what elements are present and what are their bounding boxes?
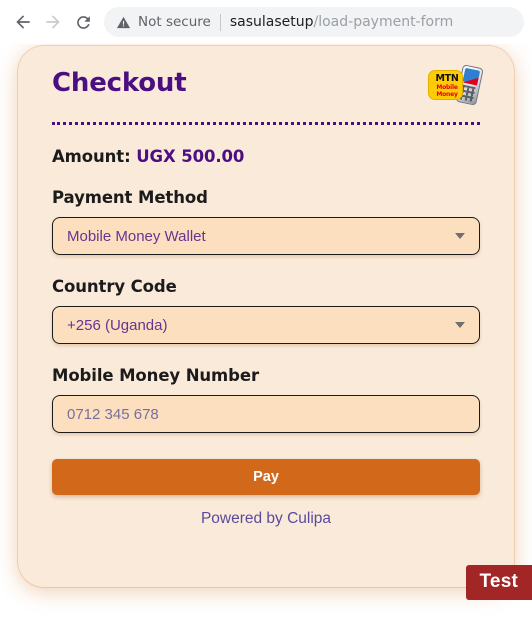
back-button[interactable] bbox=[8, 7, 38, 37]
url-text: sasulasetup/load-payment-form bbox=[230, 14, 453, 30]
field-mobile-money-number: Mobile Money Number 0712 345 678 bbox=[52, 366, 480, 433]
security-status-label: Not secure bbox=[138, 14, 211, 30]
header-divider bbox=[52, 122, 480, 125]
amount-row: Amount: UGX 500.00 bbox=[52, 147, 480, 166]
card-header: Checkout MTN Mobile Money bbox=[52, 64, 484, 114]
url-path: /load-payment-form bbox=[313, 14, 454, 30]
forward-button[interactable] bbox=[38, 7, 68, 37]
forward-arrow-icon bbox=[43, 12, 63, 32]
pay-button-label: Pay bbox=[253, 469, 279, 485]
amount-value: UGX 500.00 bbox=[136, 147, 245, 166]
pay-button[interactable]: Pay bbox=[52, 459, 480, 495]
country-code-value: +256 (Uganda) bbox=[67, 316, 168, 334]
powered-by-footer: Powered by Culipa bbox=[200, 510, 332, 527]
mobile-money-number-label: Mobile Money Number bbox=[52, 366, 259, 385]
browser-toolbar: Not secure sasulasetup/load-payment-form bbox=[0, 0, 532, 44]
reload-button[interactable] bbox=[68, 7, 98, 37]
chevron-down-icon[interactable] bbox=[455, 322, 465, 328]
mobile-money-number-placeholder: 0712 345 678 bbox=[67, 405, 159, 423]
mtn-mobile-money-logo: MTN Mobile Money bbox=[428, 64, 484, 106]
payment-method-select[interactable]: Mobile Money Wallet bbox=[52, 217, 480, 255]
field-country-code: Country Code +256 (Uganda) bbox=[52, 277, 480, 344]
warning-triangle-icon[interactable] bbox=[116, 15, 131, 30]
mobile-money-number-input[interactable]: 0712 345 678 bbox=[52, 395, 480, 433]
address-bar[interactable]: Not secure sasulasetup/load-payment-form bbox=[104, 7, 524, 37]
country-code-label: Country Code bbox=[52, 277, 177, 296]
mtn-tagline-text: Mobile Money bbox=[436, 84, 458, 98]
chevron-down-icon[interactable] bbox=[455, 233, 465, 239]
omnibox-divider bbox=[219, 13, 221, 31]
page-title: Checkout bbox=[52, 68, 187, 98]
page-content: Checkout MTN Mobile Money Amount: UGX 500… bbox=[0, 44, 532, 623]
payment-method-value: Mobile Money Wallet bbox=[67, 227, 206, 245]
mtn-yellow-plate: MTN Mobile Money bbox=[428, 70, 463, 100]
country-code-select[interactable]: +256 (Uganda) bbox=[52, 306, 480, 344]
mtn-brand-text: MTN bbox=[435, 73, 459, 84]
url-host: sasulasetup bbox=[229, 14, 314, 30]
back-arrow-icon bbox=[13, 12, 33, 32]
amount-label: Amount: bbox=[52, 147, 131, 166]
payment-method-label: Payment Method bbox=[52, 188, 208, 207]
test-mode-badge[interactable]: Test bbox=[465, 565, 532, 600]
reload-icon bbox=[74, 13, 93, 32]
field-payment-method: Payment Method Mobile Money Wallet bbox=[52, 188, 480, 255]
checkout-card: Checkout MTN Mobile Money Amount: UGX 500… bbox=[18, 46, 514, 587]
